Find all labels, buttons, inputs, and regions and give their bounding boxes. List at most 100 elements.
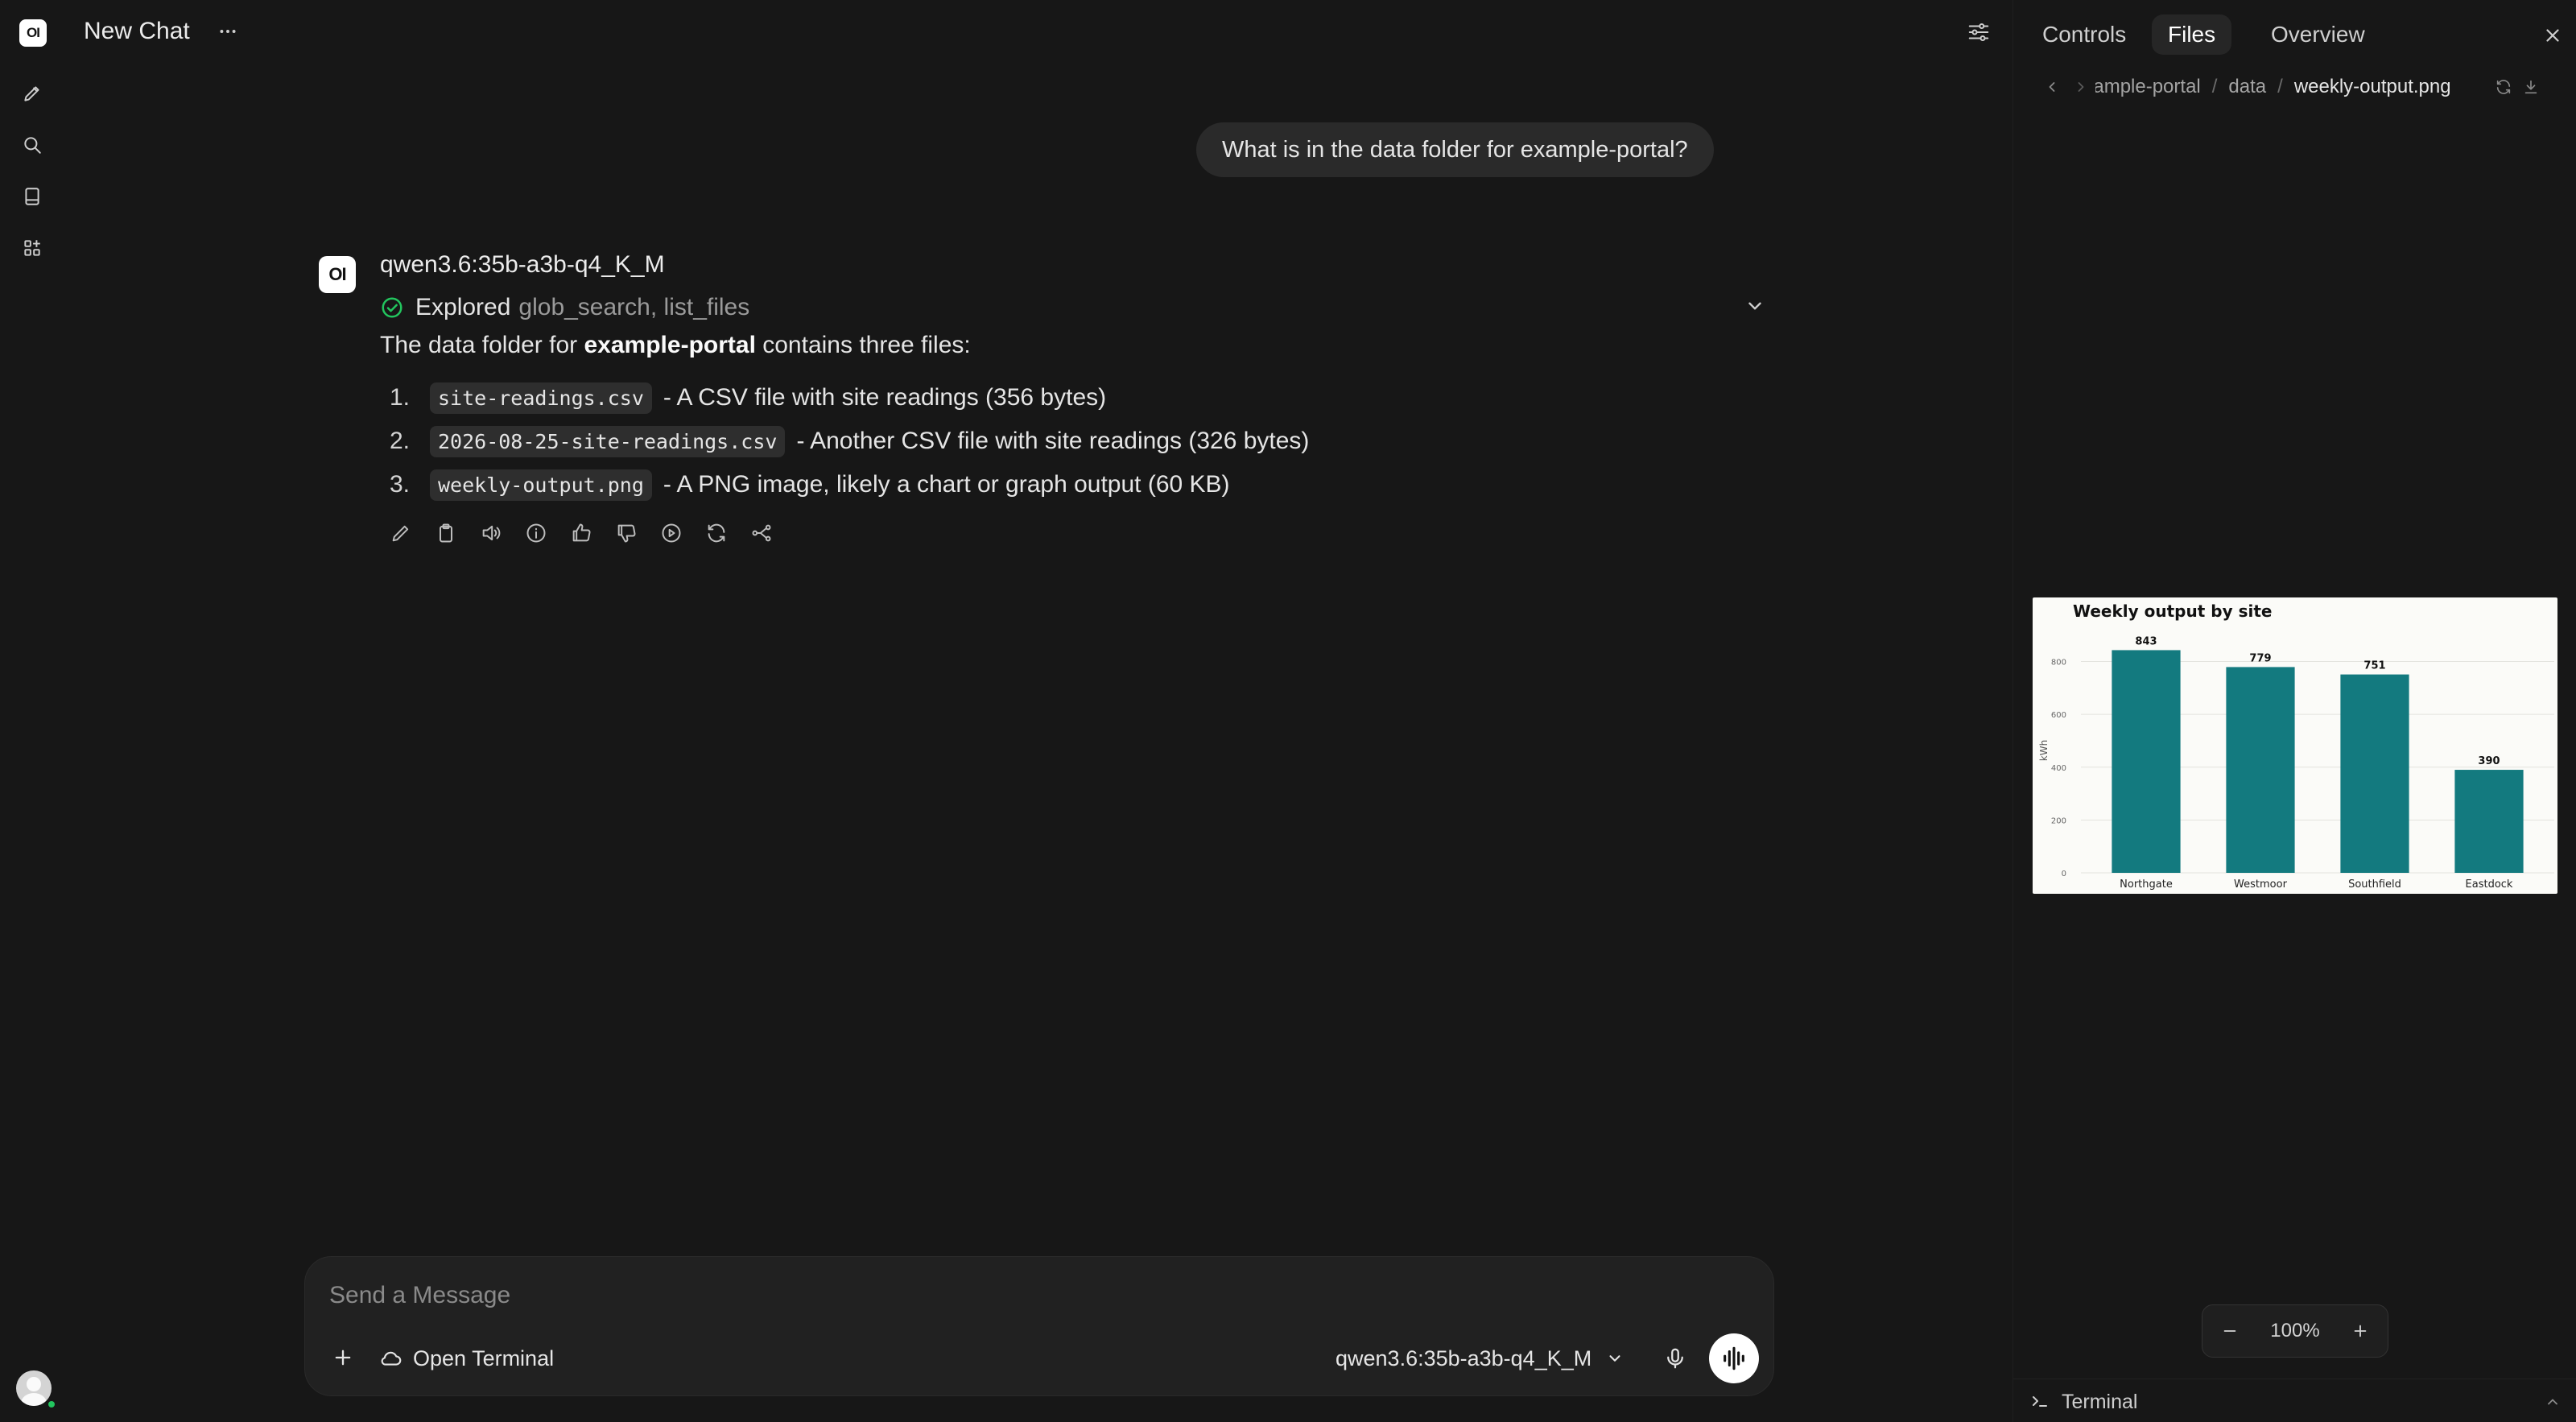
breadcrumb-item[interactable]: data [2228,76,2266,98]
app-logo[interactable]: OI [19,19,47,47]
weekly-output-chart: Weekly output by site kWh 0 200 400 600 800 8… [2038,601,2554,891]
chart-bar [2112,650,2181,873]
explored-label: Explored [415,294,511,320]
list-number: 3. [390,471,411,498]
file-description: - A CSV file with site readings (356 byt… [663,384,1107,411]
thumbs-up-icon[interactable] [567,519,596,548]
left-rail: OI [0,0,64,1422]
side-panel: Controls Files Overview example-portal /… [2013,0,2576,1422]
zoom-in-icon[interactable] [2343,1313,2378,1349]
terminal-label: Terminal [2062,1391,2138,1413]
app-window: OI New Chat What is in the data folder f… [0,0,2576,1422]
read-aloud-icon[interactable] [477,519,506,548]
thumbs-down-icon[interactable] [612,519,641,548]
terminal-icon [2028,1389,2052,1413]
edit-icon[interactable] [386,519,415,548]
close-icon[interactable] [2538,21,2567,50]
intro-suffix: contains three files: [762,332,971,358]
file-description: - A PNG image, likely a chart or graph o… [663,471,1230,498]
breadcrumb-item[interactable]: example-portal [2095,76,2201,98]
chart-x-tick-label: Southfield [2348,878,2401,891]
check-circle-icon [380,296,404,320]
chart-bar [2454,770,2524,873]
list-item: 3. weekly-output.png - A PNG image, like… [380,465,1230,504]
message-actions [386,519,776,548]
chart-bar [2340,674,2409,873]
chart-y-tick-label: 800 [2051,659,2066,668]
model-selector-label: qwen3.6:35b-a3b-q4_K_M [1335,1346,1592,1370]
image-preview: Weekly output by site kWh 0 200 400 600 800 8… [2033,597,2557,894]
chevron-up-icon [2541,1391,2564,1413]
list-number: 2. [390,428,411,454]
regenerate-icon[interactable] [702,519,731,548]
continue-icon[interactable] [657,519,686,548]
waveform-icon [1720,1345,1748,1372]
search-icon[interactable] [18,130,47,159]
add-attachment-icon[interactable] [323,1337,363,1378]
chart-data-label: 751 [2363,660,2385,672]
chart-data-label: 779 [2249,652,2271,664]
breadcrumb-path: example-portal / data / weekly-output.pn… [2095,76,2490,98]
message-composer: Open Terminal qwen3.6:35b-a3b-q4_K_M [304,1256,1774,1396]
zoom-out-icon[interactable] [2212,1313,2248,1349]
chart-bar [2226,667,2295,873]
chart-y-tick-label: 400 [2051,764,2066,773]
intro-project: example-portal [584,332,756,358]
chart-data-label: 390 [2478,755,2500,767]
file-name-code: 2026-08-25-site-readings.csv [430,425,786,457]
chart-x-tick-label: Eastdock [2466,878,2513,891]
branch-icon[interactable] [747,519,776,548]
list-number: 1. [390,384,411,411]
assistant-model-name: qwen3.6:35b-a3b-q4_K_M [380,251,665,278]
online-status-dot [47,1399,56,1409]
answer-intro: The data folder for example-portal conta… [380,332,971,359]
new-chat-icon[interactable] [18,79,47,108]
cloud-icon [379,1346,403,1370]
chevron-down-icon[interactable] [1740,291,1769,320]
workspace-icon[interactable] [18,234,47,262]
back-icon[interactable] [2037,72,2066,101]
chart-y-tick-label: 200 [2051,816,2066,825]
message-input[interactable] [329,1278,1746,1313]
chart-x-tick-label: Northgate [2120,878,2173,891]
voice-mode-button[interactable] [1709,1333,1759,1383]
zoom-level: 100% [2270,1320,2320,1341]
chart-y-tick-label: 600 [2051,711,2066,720]
list-item: 1. site-readings.csv - A CSV file with s… [380,378,1106,417]
chevron-down-icon [1606,1350,1624,1367]
assistant-avatar: OI [319,256,356,293]
zoom-control: 100% [2202,1304,2388,1358]
download-icon[interactable] [2517,73,2545,101]
chat-controls-icon[interactable] [1963,16,1995,48]
tab-controls[interactable]: Controls [2026,14,2142,55]
tool-status[interactable]: Explored glob_search, list_files [380,291,749,324]
more-options-icon[interactable] [214,18,242,45]
microphone-icon[interactable] [1657,1341,1693,1376]
open-terminal-label: Open Terminal [413,1346,555,1370]
user-avatar[interactable] [16,1370,52,1406]
terminal-toggle[interactable]: Terminal [2013,1379,2576,1422]
file-name-code: weekly-output.png [430,469,652,501]
refresh-icon[interactable] [2490,73,2517,101]
copy-icon[interactable] [431,519,460,548]
forward-icon[interactable] [2066,72,2095,101]
notes-icon[interactable] [18,182,47,211]
chart-title: Weekly output by site [2073,601,2272,621]
chart-y-axis-label: kWh [2038,740,2050,761]
chart-y-tick-label: 0 [2062,870,2066,878]
chart-x-tick-label: Westmoor [2234,878,2288,891]
chat-title: New Chat [84,18,190,44]
tab-files[interactable]: Files [2152,14,2232,55]
intro-prefix: The data folder for [380,332,578,358]
explored-tools: glob_search, list_files [518,294,750,320]
user-message-bubble: What is in the data folder for example-p… [1196,122,1714,177]
tab-overview[interactable]: Overview [2255,14,2381,55]
breadcrumb: example-portal / data / weekly-output.pn… [2037,71,2561,103]
breadcrumb-current: weekly-output.png [2293,76,2451,97]
file-description: - Another CSV file with site readings (3… [796,428,1310,454]
model-selector[interactable]: qwen3.6:35b-a3b-q4_K_M [1335,1341,1624,1376]
list-item: 2. 2026-08-25-site-readings.csv - Anothe… [380,422,1309,461]
file-name-code: site-readings.csv [430,382,652,414]
open-terminal-button[interactable]: Open Terminal [379,1341,554,1376]
info-icon[interactable] [522,519,551,548]
